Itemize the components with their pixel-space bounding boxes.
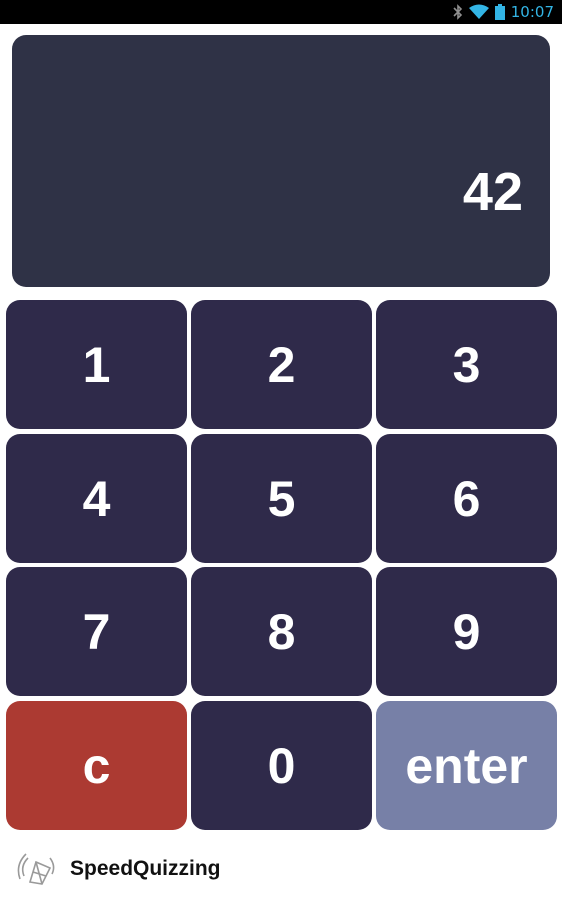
enter-button[interactable]: enter xyxy=(376,701,557,830)
key-1[interactable]: 1 xyxy=(6,300,187,429)
display-value: 42 xyxy=(462,162,523,222)
key-9[interactable]: 9 xyxy=(376,567,557,696)
speedquizzing-logo-icon xyxy=(16,848,58,890)
answer-display: 42 xyxy=(12,35,550,287)
key-7[interactable]: 7 xyxy=(6,567,187,696)
key-8[interactable]: 8 xyxy=(191,567,372,696)
key-3[interactable]: 3 xyxy=(376,300,557,429)
wifi-icon xyxy=(468,4,489,20)
battery-icon xyxy=(494,4,505,20)
status-bar: 10:07 xyxy=(0,0,562,24)
status-clock: 10:07 xyxy=(510,3,554,21)
footer: SpeedQuizzing xyxy=(16,848,221,890)
key-5[interactable]: 5 xyxy=(191,434,372,563)
clear-button[interactable]: c xyxy=(6,701,187,830)
key-6[interactable]: 6 xyxy=(376,434,557,563)
key-2[interactable]: 2 xyxy=(191,300,372,429)
bluetooth-icon xyxy=(453,4,463,20)
key-0[interactable]: 0 xyxy=(191,701,372,830)
brand-name: SpeedQuizzing xyxy=(70,857,221,880)
key-4[interactable]: 4 xyxy=(6,434,187,563)
